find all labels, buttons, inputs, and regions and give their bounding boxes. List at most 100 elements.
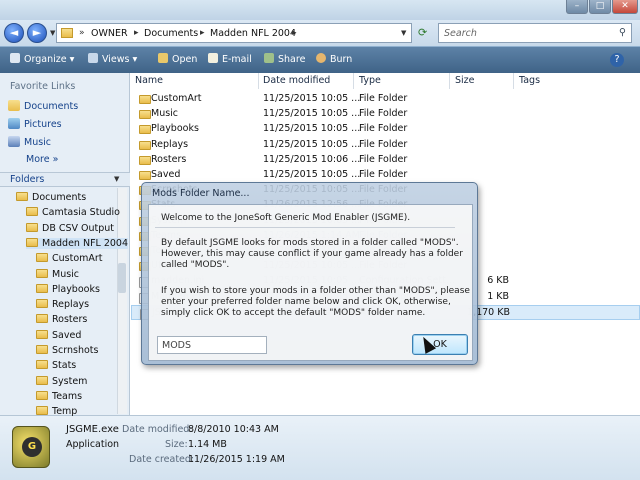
column-date-modified[interactable]: Date modified xyxy=(263,75,330,86)
pictures-icon xyxy=(8,118,20,129)
tree-item[interactable]: Temp xyxy=(36,406,77,417)
search-icon[interactable]: ⚲ xyxy=(619,27,626,38)
email-button[interactable]: E-mail xyxy=(208,53,252,65)
chevron-right-icon[interactable]: » xyxy=(79,28,85,38)
file-row[interactable]: Rosters 11/25/2015 10:06 ... File Folder xyxy=(131,153,640,168)
tree-item[interactable]: Madden NFL 2004 xyxy=(26,237,129,249)
folder-icon xyxy=(36,390,48,400)
favorite-link-music[interactable]: Music xyxy=(8,136,51,148)
file-row[interactable]: Saved 11/25/2015 10:05 ... File Folder xyxy=(131,168,640,183)
tree-item[interactable]: Teams xyxy=(36,390,82,402)
details-modified-label: Date modified: xyxy=(122,424,193,435)
folder-icon xyxy=(26,237,38,247)
tree-item[interactable]: DB CSV Output xyxy=(26,222,114,234)
folder-icon xyxy=(139,155,151,165)
forward-button[interactable]: ► xyxy=(27,23,47,43)
dialog-para2-line1: If you wish to store your mods in a fold… xyxy=(161,286,470,296)
nav-history-chevron-icon[interactable]: ▼ xyxy=(50,29,55,37)
folder-icon xyxy=(36,283,48,293)
file-name: Music xyxy=(151,108,179,120)
file-row[interactable]: Music 11/25/2015 10:05 ... File Folder xyxy=(131,107,640,122)
search-input[interactable]: Search ⚲ xyxy=(438,23,632,43)
column-name[interactable]: Name xyxy=(135,75,163,86)
folder-icon xyxy=(36,345,48,354)
organize-button[interactable]: Organize ▾ xyxy=(10,53,74,65)
folder-icon xyxy=(26,222,38,232)
file-row[interactable]: Replays 11/25/2015 10:05 ... File Folder xyxy=(131,138,640,153)
tree-item[interactable]: Scrnshots xyxy=(36,345,98,356)
tree-item-label: Playbooks xyxy=(52,283,100,295)
tree-item-label: Temp xyxy=(52,406,78,418)
tree-item[interactable]: CustomArt xyxy=(36,253,103,264)
tree-item[interactable]: Music xyxy=(36,268,79,280)
file-name: Playbooks xyxy=(151,123,199,135)
tree-item[interactable]: Saved xyxy=(36,329,81,341)
breadcrumb-owner[interactable]: OWNER xyxy=(91,28,128,39)
burn-button[interactable]: Burn xyxy=(316,53,352,65)
address-box[interactable]: » OWNER ▸ Documents ▸ Madden NFL 2004 ▸ … xyxy=(56,23,412,43)
share-button[interactable]: Share xyxy=(264,53,305,65)
refresh-icon[interactable]: ⟳ xyxy=(418,26,427,39)
chevron-down-icon: ▼ xyxy=(114,175,120,183)
column-size[interactable]: Size xyxy=(455,75,475,86)
favorite-link-pictures[interactable]: Pictures xyxy=(8,118,62,130)
folder-name-input[interactable]: MODS xyxy=(157,336,267,354)
tree-item-label: Documents xyxy=(32,192,87,203)
breadcrumb-documents[interactable]: Documents xyxy=(144,28,198,39)
tree-item[interactable]: Replays xyxy=(36,299,89,310)
address-dropdown-icon[interactable]: ▼ xyxy=(401,29,406,37)
tree-item[interactable]: Camtasia Studio xyxy=(26,207,120,218)
tree-item-label: Camtasia Studio xyxy=(42,207,120,219)
file-type: File Folder xyxy=(359,153,408,165)
dialog-para2-line2: enter your preferred folder name below a… xyxy=(161,297,451,307)
views-button[interactable]: Views ▾ xyxy=(88,53,137,65)
chevron-right-icon[interactable]: ▸ xyxy=(200,28,205,38)
tree-scrollbar-thumb[interactable] xyxy=(118,263,126,293)
column-type[interactable]: Type xyxy=(359,75,381,86)
file-date-modified: 11/25/2015 10:05 ... xyxy=(263,108,361,120)
tree-item[interactable]: System xyxy=(36,375,88,387)
chevron-right-icon[interactable]: ▸ xyxy=(292,28,297,38)
file-row[interactable]: CustomArt 11/25/2015 10:05 ... File Folder xyxy=(131,92,640,107)
tree-item[interactable]: Stats xyxy=(36,360,76,371)
column-tags[interactable]: Tags xyxy=(519,75,540,86)
open-icon xyxy=(158,53,168,63)
tree-item[interactable]: Documents xyxy=(16,192,86,203)
maximize-button[interactable]: □ xyxy=(589,0,611,14)
details-created: 11/26/2015 1:19 AM xyxy=(188,454,285,465)
dialog-title: Mods Folder Name... xyxy=(152,188,250,199)
tree-item[interactable]: Rosters xyxy=(36,314,87,325)
dialog-para1-line1: By default JSGME looks for mods stored i… xyxy=(161,238,459,248)
chevron-right-icon[interactable]: ▸ xyxy=(134,28,139,38)
minimize-button[interactable]: – xyxy=(566,0,588,14)
music-icon xyxy=(8,136,20,147)
details-size: 1.14 MB xyxy=(188,439,227,450)
folder-icon xyxy=(139,110,151,120)
tree-item[interactable]: Playbooks xyxy=(36,283,100,295)
folder-icon xyxy=(36,406,48,416)
file-type: File Folder xyxy=(359,108,408,120)
close-button[interactable]: ✕ xyxy=(612,0,638,14)
more-link[interactable]: More » xyxy=(26,154,58,165)
folder-icon xyxy=(36,329,48,339)
breadcrumb-madden[interactable]: Madden NFL 2004 xyxy=(210,28,296,39)
tree-item-label: CustomArt xyxy=(52,253,103,265)
favorite-link-documents[interactable]: Documents xyxy=(8,100,78,112)
open-button[interactable]: Open xyxy=(158,53,197,65)
tree-item-label: Madden NFL 2004 xyxy=(42,237,129,249)
tree-item-label: Replays xyxy=(52,299,90,311)
folders-header[interactable]: Folders ▼ xyxy=(0,172,130,187)
file-date-modified: 11/25/2015 10:05 ... xyxy=(263,138,361,150)
file-row[interactable]: Playbooks 11/25/2015 10:05 ... File Folder xyxy=(131,122,640,137)
file-type: File Folder xyxy=(359,93,408,104)
file-type: File Folder xyxy=(359,123,408,135)
tree-scrollbar[interactable] xyxy=(117,188,127,414)
jsgme-logo-glyph: G xyxy=(22,437,42,457)
back-button[interactable]: ◄ xyxy=(4,23,24,43)
file-name: CustomArt xyxy=(151,93,202,104)
burn-icon xyxy=(316,53,326,63)
help-icon[interactable]: ? xyxy=(610,53,624,67)
tree-item-label: System xyxy=(52,375,88,387)
favorite-links-heading: Favorite Links xyxy=(10,81,76,92)
folder-icon xyxy=(26,207,38,217)
